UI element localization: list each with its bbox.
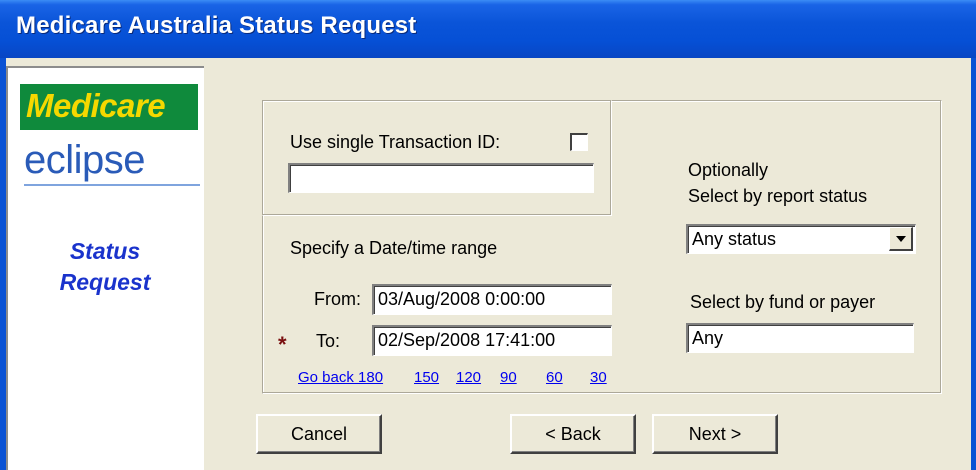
back-button[interactable]: < Back: [510, 414, 636, 454]
next-button[interactable]: Next >: [652, 414, 778, 454]
side-heading-line1: Status: [69, 238, 141, 264]
go-back-180-link[interactable]: Go back 180: [298, 369, 383, 386]
date-range-heading: Specify a Date/time range: [290, 238, 498, 258]
single-transaction-checkbox[interactable]: [570, 133, 588, 151]
side-heading: Status Request: [40, 236, 170, 298]
go-back-90-link[interactable]: 90: [500, 369, 517, 386]
eclipse-logo-underline: [24, 184, 200, 186]
cancel-button[interactable]: Cancel: [256, 414, 382, 454]
transaction-id-label: Use single Transaction ID:: [290, 132, 501, 152]
transaction-id-input[interactable]: [288, 163, 594, 193]
side-heading-line2: Request: [59, 269, 151, 295]
from-label: From:: [314, 289, 361, 309]
required-marker: *: [278, 332, 287, 357]
go-back-150-link[interactable]: 150: [414, 369, 439, 386]
fund-payer-input[interactable]: Any: [686, 323, 914, 353]
medicare-logo-text: Medicare: [26, 87, 166, 124]
report-status-label-line2: Select by report status: [688, 186, 868, 206]
title-bar[interactable]: Medicare Australia Status Request: [0, 0, 976, 58]
report-status-label-line1: Optionally: [688, 160, 769, 180]
to-label: To:: [316, 331, 341, 351]
go-back-60-link[interactable]: 60: [546, 369, 563, 386]
go-back-120-link[interactable]: 120: [456, 369, 481, 386]
medicare-logo: Medicare: [20, 84, 198, 130]
chevron-down-icon: [896, 236, 906, 242]
eclipse-logo: eclipse: [24, 138, 146, 182]
report-status-select[interactable]: Any status: [686, 224, 916, 254]
report-status-value[interactable]: Any status: [686, 224, 916, 254]
window-frame-right: [971, 58, 976, 470]
transaction-groupbox: [262, 100, 612, 216]
window-title: Medicare Australia Status Request: [16, 12, 417, 39]
dropdown-arrow-button[interactable]: [889, 227, 913, 251]
from-date-input[interactable]: 03/Aug/2008 0:00:00: [372, 284, 612, 315]
fund-payer-label: Select by fund or payer: [690, 292, 876, 312]
go-back-30-link[interactable]: 30: [590, 369, 607, 386]
to-date-input[interactable]: 02/Sep/2008 17:41:00: [372, 325, 612, 356]
